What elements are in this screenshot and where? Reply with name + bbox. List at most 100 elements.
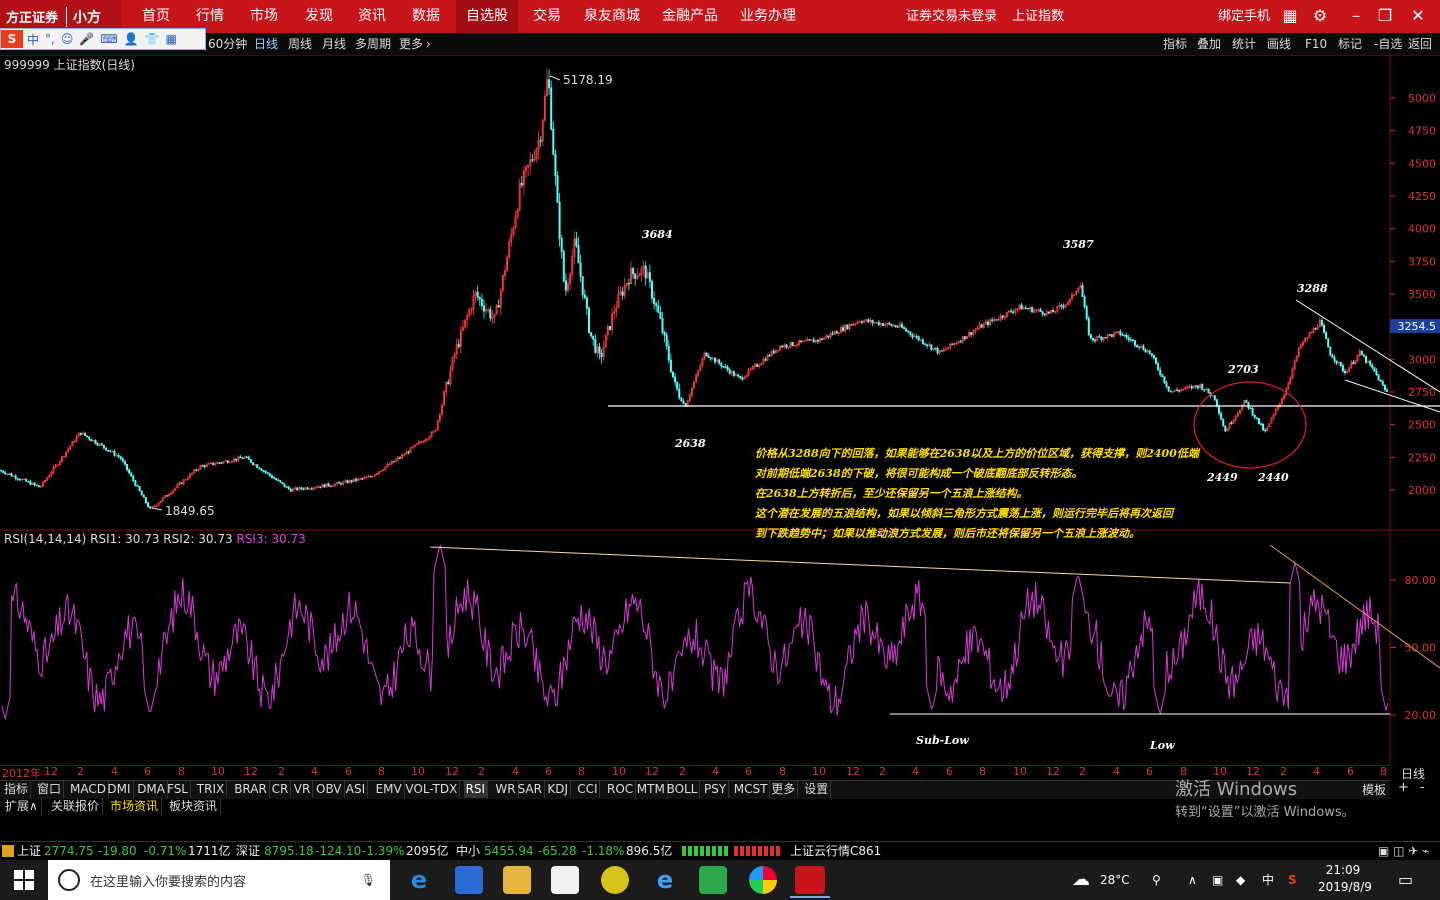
wechat-icon[interactable] bbox=[699, 866, 727, 894]
mail-icon[interactable] bbox=[551, 866, 579, 894]
indicator-tab[interactable]: EMV bbox=[374, 780, 405, 798]
ime-toolbar[interactable]: S 中 °, ☺ 🎤 ⌨ 👤 👕 ▦ bbox=[0, 28, 206, 50]
punctuation-icon[interactable]: °, bbox=[45, 32, 55, 46]
menu-item[interactable]: 泉友商城 bbox=[584, 0, 640, 33]
chrome-icon[interactable] bbox=[749, 866, 777, 894]
period-tab[interactable]: 多周期 bbox=[355, 33, 391, 55]
indicator-tab[interactable]: 设置 bbox=[802, 780, 832, 798]
menu-item[interactable]: 资讯 bbox=[358, 0, 386, 33]
toolbar-tool[interactable]: 统计 bbox=[1232, 33, 1256, 55]
indicator-tab[interactable]: 更多 bbox=[769, 780, 799, 798]
toolbar-tool[interactable]: 标记 bbox=[1338, 33, 1362, 55]
tray-app-icon[interactable]: ▣ bbox=[1212, 860, 1223, 900]
toolbar-tool[interactable]: 指标 bbox=[1163, 33, 1187, 55]
grid-icon[interactable]: ▦ bbox=[1280, 6, 1300, 26]
bottom-subtab[interactable]: 扩展∧ bbox=[2, 798, 42, 815]
menu-item[interactable]: 自选股 bbox=[456, 0, 518, 33]
toolbox-icon[interactable]: ▦ bbox=[166, 32, 177, 46]
indicator-tab[interactable]: ASI bbox=[344, 780, 369, 798]
ime-mode[interactable]: 中 bbox=[27, 31, 39, 48]
indicator-tab[interactable]: DMI bbox=[105, 780, 134, 798]
add-icon[interactable]: + bbox=[1398, 780, 1409, 795]
founder-app-icon[interactable] bbox=[795, 866, 825, 894]
sh-name[interactable]: 上证 bbox=[17, 842, 41, 861]
gear-icon[interactable]: ⚙ bbox=[1310, 6, 1330, 26]
bind-phone-link[interactable]: 绑定手机 bbox=[1218, 0, 1270, 33]
menu-item[interactable]: 金融产品 bbox=[662, 0, 718, 33]
toolbar-tool[interactable]: 返回 bbox=[1408, 33, 1432, 55]
bottom-subtab[interactable]: 板块资讯 bbox=[166, 798, 222, 815]
skin-icon[interactable]: 👕 bbox=[145, 32, 160, 46]
template-button[interactable]: 模板 bbox=[1362, 781, 1386, 798]
toolbar-tool[interactable]: 画线 bbox=[1267, 33, 1291, 55]
menu-item[interactable]: 发现 bbox=[305, 0, 333, 33]
menu-item[interactable]: 数据 bbox=[412, 0, 440, 33]
toolbar-tool[interactable]: 叠加 bbox=[1197, 33, 1221, 55]
indicator-tab[interactable]: OBV bbox=[314, 780, 345, 798]
indicator-tab[interactable]: 窗口 bbox=[35, 780, 65, 798]
status-tray-icons[interactable]: ▣ ◫ ✈ ⌁ bbox=[1378, 842, 1429, 861]
server-name[interactable]: 上证云行情C861 bbox=[790, 842, 881, 861]
folder-icon[interactable] bbox=[2, 845, 14, 857]
weather-icon[interactable]: ☁ bbox=[1072, 860, 1090, 900]
indicator-tab[interactable]: MACD bbox=[68, 780, 109, 798]
notification-icon[interactable]: ▭ bbox=[1398, 860, 1413, 900]
sz-name[interactable]: 深证 bbox=[236, 842, 260, 861]
indicator-tab[interactable]: DMA bbox=[135, 780, 168, 798]
bottom-subtab[interactable]: 关联报价 bbox=[48, 798, 104, 815]
login-status[interactable]: 证券交易未登录 bbox=[906, 0, 997, 33]
period-tab[interactable]: 周线 bbox=[288, 33, 312, 55]
taskbar-clock[interactable]: 21:09 2019/8/9 bbox=[1318, 862, 1372, 896]
indicator-tab[interactable]: MTM bbox=[635, 780, 668, 798]
period-tab[interactable]: 60分钟 bbox=[208, 33, 247, 55]
period-tab[interactable]: 月线 bbox=[322, 33, 346, 55]
remove-icon[interactable]: - bbox=[1420, 780, 1425, 795]
ie-icon[interactable]: e bbox=[651, 866, 679, 894]
indicator-tab[interactable]: FSL bbox=[165, 780, 191, 798]
minimize-icon[interactable]: – bbox=[1346, 6, 1366, 26]
indicator-tab[interactable]: 指标 bbox=[2, 780, 32, 798]
weather-temp[interactable]: 28°C bbox=[1100, 860, 1130, 900]
user-icon[interactable]: 👤 bbox=[124, 32, 139, 46]
indicator-tab[interactable]: VOL-TDX bbox=[403, 780, 461, 798]
period-tab[interactable]: 更多 bbox=[399, 33, 423, 55]
index-name[interactable]: 上证指数 bbox=[1012, 0, 1064, 33]
chevron-up-icon[interactable]: ∧ bbox=[1188, 860, 1197, 900]
toolbar-tool[interactable]: -自选 bbox=[1374, 33, 1402, 55]
windows-start-icon[interactable] bbox=[14, 870, 34, 890]
file-explorer-icon[interactable] bbox=[503, 866, 531, 894]
menu-item[interactable]: 交易 bbox=[533, 0, 561, 33]
close-icon[interactable]: ✕ bbox=[1408, 6, 1428, 26]
indicator-tab[interactable]: MCST bbox=[732, 780, 771, 798]
period-tab[interactable]: 日线 bbox=[254, 33, 278, 55]
indicator-tab[interactable]: SAR bbox=[516, 780, 545, 798]
mic-icon[interactable]: 🎤 bbox=[79, 32, 94, 46]
indicator-tab[interactable]: PSY bbox=[702, 780, 730, 798]
chevron-right-icon[interactable]: › bbox=[426, 33, 431, 55]
indicator-tab[interactable]: CCI bbox=[575, 780, 601, 798]
mic-icon[interactable]: 🎙 bbox=[361, 873, 376, 887]
toolbar-tool[interactable]: F10 bbox=[1305, 33, 1327, 55]
taskbar-search[interactable]: 在这里输入你要搜索的内容 🎙 bbox=[48, 860, 390, 900]
store-icon[interactable] bbox=[455, 866, 483, 894]
maximize-icon[interactable]: ❐ bbox=[1375, 6, 1395, 26]
edge-icon[interactable]: e bbox=[405, 866, 433, 894]
ime-indicator[interactable]: 中 bbox=[1262, 860, 1274, 900]
zx-name[interactable]: 中小 bbox=[456, 842, 480, 861]
app-icon[interactable] bbox=[601, 866, 629, 894]
indicator-tab[interactable]: KDJ bbox=[545, 780, 572, 798]
indicator-tab[interactable]: RSI bbox=[463, 780, 489, 798]
indicator-tab[interactable]: CR bbox=[270, 780, 292, 798]
bottom-subtab[interactable]: 市场资讯 bbox=[107, 798, 163, 815]
indicator-tab[interactable]: VR bbox=[292, 780, 314, 798]
network-icon[interactable]: ◆ bbox=[1236, 860, 1245, 900]
indicator-tab[interactable]: ROC bbox=[605, 780, 637, 798]
menu-item[interactable]: 业务办理 bbox=[740, 0, 796, 33]
indicator-tab[interactable]: TRIX bbox=[195, 780, 228, 798]
emoji-icon[interactable]: ☺ bbox=[61, 32, 74, 46]
menu-item[interactable]: 市场 bbox=[250, 0, 278, 33]
indicator-tab[interactable]: BRAR bbox=[232, 780, 270, 798]
menu-item[interactable]: 行情 bbox=[196, 0, 224, 33]
indicator-tab[interactable]: BOLL bbox=[665, 780, 701, 798]
keyboard-icon[interactable]: ⌨ bbox=[100, 32, 117, 46]
